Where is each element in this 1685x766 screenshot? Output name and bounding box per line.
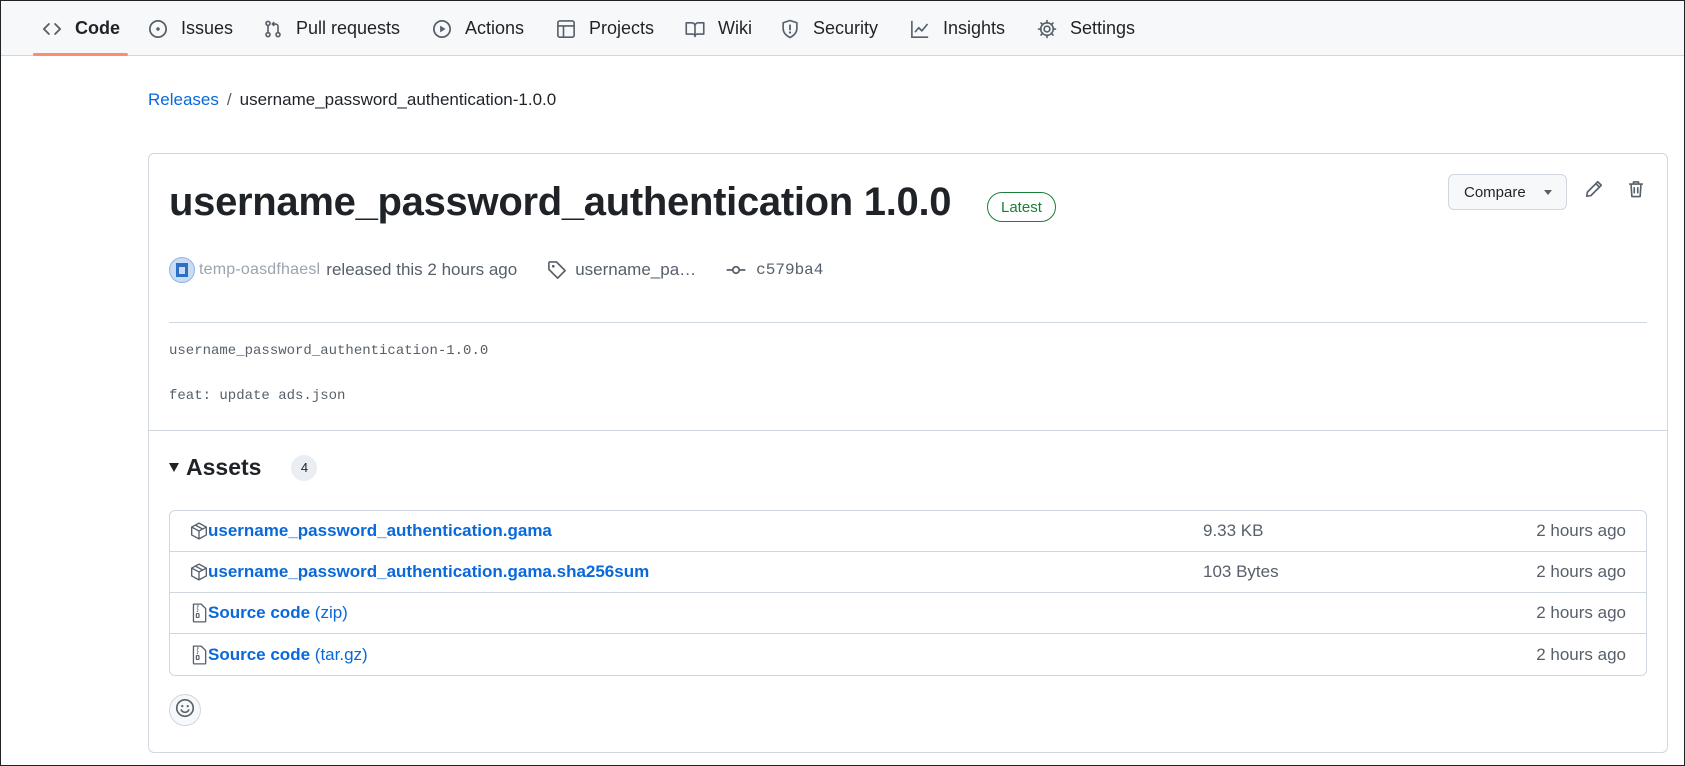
- assets-heading: Assets: [186, 454, 262, 480]
- assets-toggle[interactable]: Assets 4: [169, 454, 318, 481]
- tab-code-label: Code: [75, 18, 120, 38]
- asset-download-link[interactable]: username_password_authentication.gama: [208, 521, 552, 541]
- play-icon: [431, 18, 453, 40]
- shield-icon: [779, 18, 801, 40]
- release-title: username_password_authentication 1.0.0: [169, 180, 952, 224]
- code-icon: [41, 18, 63, 40]
- trash-icon: [1626, 179, 1646, 204]
- tab-actions[interactable]: Actions: [431, 1, 524, 56]
- tab-security[interactable]: Security: [779, 1, 878, 56]
- asset-download-link[interactable]: username_password_authentication.gama.sh…: [208, 562, 649, 582]
- tab-actions-label: Actions: [465, 18, 525, 38]
- graph-icon: [909, 18, 931, 40]
- release-notes-line: feat: update ads.json: [169, 388, 346, 404]
- tab-code[interactable]: Code: [41, 1, 120, 56]
- edit-release-button[interactable]: [1579, 176, 1609, 206]
- asset-row: username_password_authentication.gama.sh…: [170, 552, 1646, 593]
- avatar[interactable]: [169, 257, 195, 283]
- tab-wiki-label: Wiki: [718, 18, 752, 38]
- tab-insights-label: Insights: [943, 18, 1006, 38]
- source-code-label: Source code: [208, 603, 311, 622]
- latest-badge: Latest: [987, 192, 1056, 222]
- package-icon: [190, 562, 208, 582]
- header-divider: [169, 322, 1647, 323]
- asset-size: 9.33 KB: [1203, 521, 1264, 540]
- tab-issues-label: Issues: [181, 18, 234, 38]
- asset-time: 2 hours ago: [1536, 562, 1626, 581]
- book-icon: [684, 18, 706, 40]
- compare-button[interactable]: Compare: [1448, 174, 1567, 210]
- gear-icon: [1036, 18, 1058, 40]
- tab-pull-requests[interactable]: Pull requests: [262, 1, 400, 56]
- assets-count-badge: 4: [291, 454, 318, 481]
- tag-name: username_pa…: [575, 260, 697, 279]
- breadcrumb-releases-link[interactable]: Releases: [148, 90, 219, 110]
- tab-issues[interactable]: Issues: [147, 1, 233, 56]
- tab-security-label: Security: [813, 18, 879, 38]
- repo-nav: Code Issues Pull requests Actions Projec…: [1, 1, 1684, 56]
- issue-icon: [147, 18, 169, 40]
- file-zip-icon: [190, 644, 208, 665]
- tab-projects[interactable]: Projects: [555, 1, 654, 56]
- release-meta: temp-oasdfhaesl released this 2 hours ag…: [169, 254, 823, 286]
- chevron-down-icon: [1544, 190, 1552, 195]
- file-zip-icon: [190, 603, 208, 623]
- released-time-text: released this 2 hours ago: [326, 260, 518, 279]
- breadcrumb-current: username_password_authentication-1.0.0: [239, 90, 557, 109]
- smiley-icon: [175, 698, 195, 723]
- breadcrumb: Releases / username_password_authenticat…: [148, 90, 556, 110]
- asset-row: Source code (zip) 2 hours ago: [170, 593, 1646, 634]
- asset-time: 2 hours ago: [1536, 603, 1626, 622]
- asset-row: Source code (tar.gz) 2 hours ago: [170, 634, 1646, 675]
- asset-size: 103 Bytes: [1203, 562, 1279, 581]
- compare-button-label: Compare: [1464, 183, 1526, 201]
- commit-link[interactable]: c579ba4: [726, 260, 823, 280]
- source-code-label: Source code: [208, 644, 311, 664]
- release-notes-line: username_password_authentication-1.0.0: [169, 343, 489, 359]
- tag-icon: [548, 261, 567, 279]
- add-reaction-button[interactable]: [169, 694, 201, 726]
- source-format: (zip): [314, 603, 348, 622]
- pencil-icon: [1584, 179, 1604, 204]
- source-format: (tar.gz): [314, 644, 368, 664]
- asset-row: username_password_authentication.gama 9.…: [170, 511, 1646, 552]
- commit-icon: [726, 265, 746, 275]
- release-notes: username_password_authentication-1.0.0 f…: [169, 340, 488, 430]
- pull-request-icon: [262, 18, 284, 40]
- asset-time: 2 hours ago: [1536, 644, 1626, 664]
- assets-list: username_password_authentication.gama 9.…: [169, 510, 1647, 676]
- commit-sha: c579ba4: [756, 261, 824, 279]
- release-card: username_password_authentication 1.0.0 L…: [148, 153, 1668, 753]
- breadcrumb-separator: /: [226, 90, 232, 109]
- author-name[interactable]: temp-oasdfhaesl: [199, 261, 320, 279]
- tab-settings[interactable]: Settings: [1036, 1, 1135, 56]
- assets-divider: [149, 430, 1667, 431]
- source-targz-link[interactable]: Source code (tar.gz): [208, 645, 368, 665]
- release-tag-link[interactable]: username_pa…: [547, 260, 696, 280]
- tab-projects-label: Projects: [589, 18, 655, 38]
- tab-insights[interactable]: Insights: [909, 1, 1005, 56]
- asset-time: 2 hours ago: [1536, 521, 1626, 540]
- tab-pull-requests-label: Pull requests: [296, 18, 401, 38]
- table-icon: [555, 18, 577, 40]
- tab-wiki[interactable]: Wiki: [684, 1, 752, 56]
- tab-settings-label: Settings: [1070, 18, 1136, 38]
- package-icon: [190, 521, 208, 541]
- source-zip-link[interactable]: Source code (zip): [208, 603, 348, 623]
- triangle-down-icon: [169, 463, 179, 472]
- active-tab-underline: [33, 53, 128, 56]
- delete-release-button[interactable]: [1621, 176, 1651, 206]
